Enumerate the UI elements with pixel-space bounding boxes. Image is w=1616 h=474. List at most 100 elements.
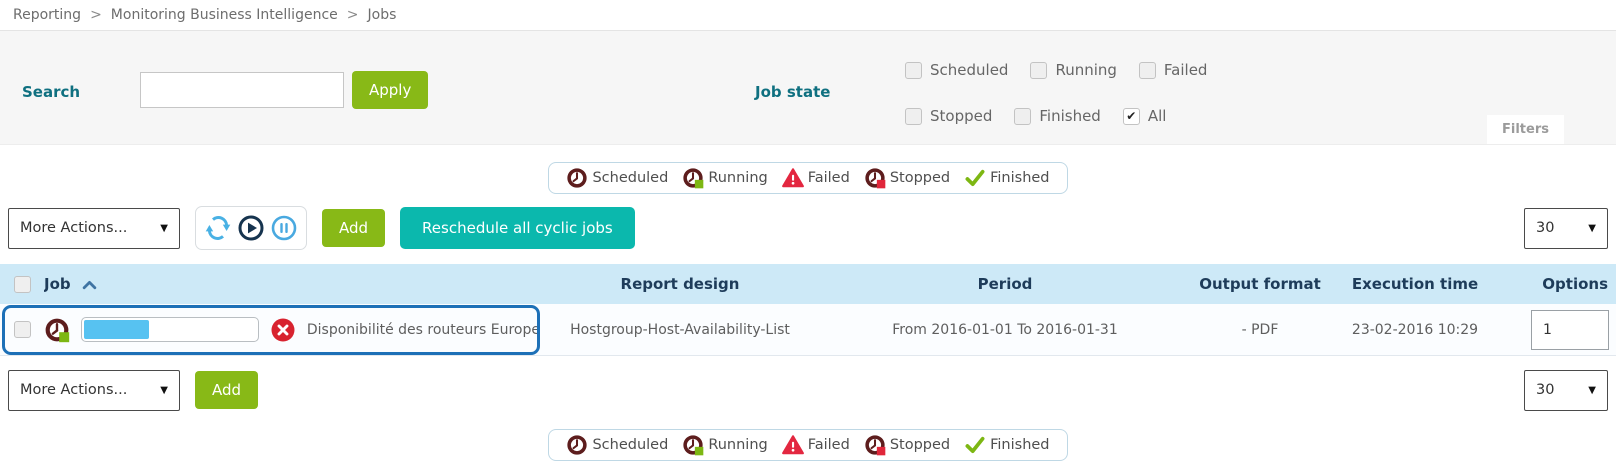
breadcrumb-jobs[interactable]: Jobs — [368, 7, 397, 23]
checkbox-all[interactable]: ✔ — [1123, 108, 1140, 125]
page-size-value: 30 — [1536, 220, 1554, 236]
row-options-input[interactable] — [1531, 310, 1609, 350]
warning-triangle-icon — [782, 167, 804, 189]
breadcrumb-separator: > — [90, 7, 102, 23]
add-button[interactable]: Add — [322, 209, 385, 247]
jobs-table: Job Report design Period Output format E… — [0, 264, 1616, 356]
legend-label: Finished — [990, 437, 1049, 453]
job-state-option-finished[interactable]: Finished — [1014, 107, 1100, 125]
checkbox-stopped[interactable] — [905, 108, 922, 125]
table-header-row: Job Report design Period Output format E… — [0, 264, 1616, 304]
job-state-options-row-1: Scheduled Running Failed — [905, 61, 1207, 79]
legend-label: Scheduled — [592, 170, 668, 186]
check-icon — [964, 434, 986, 456]
refresh-icon[interactable] — [205, 215, 231, 241]
column-header-options: Options — [1500, 275, 1616, 293]
column-header-execution-time[interactable]: Execution time — [1330, 275, 1500, 293]
legend-stopped: Stopped — [864, 167, 950, 189]
warning-triangle-icon — [782, 434, 804, 456]
page-size-select-bottom[interactable]: 30 ▼ — [1524, 370, 1608, 411]
checkbox-label: Finished — [1039, 107, 1100, 125]
caret-down-icon: ▼ — [160, 223, 168, 234]
job-progress-bar — [81, 317, 259, 342]
clock-scheduled-icon — [566, 434, 588, 456]
status-legend-top: Scheduled Running Failed Stopped Finishe… — [0, 162, 1616, 194]
bottom-toolbar: More Actions... ▼ Add 30 ▼ — [8, 368, 1608, 412]
legend-label: Running — [708, 437, 767, 453]
job-progress-fill — [84, 320, 149, 339]
status-legend-bottom: Scheduled Running Failed Stopped Finishe… — [0, 429, 1616, 461]
job-state-option-failed[interactable]: Failed — [1139, 61, 1208, 79]
row-execution-time: 23-02-2016 10:29 — [1330, 322, 1500, 338]
pause-icon[interactable] — [271, 215, 297, 241]
apply-button[interactable]: Apply — [352, 71, 428, 109]
legend-scheduled: Scheduled — [566, 434, 668, 456]
legend-box: Scheduled Running Failed Stopped Finishe… — [548, 162, 1067, 194]
legend-label: Scheduled — [592, 437, 668, 453]
page-size-value: 30 — [1536, 382, 1554, 398]
checkbox-failed[interactable] — [1139, 62, 1156, 79]
play-icon[interactable] — [238, 215, 264, 241]
legend-finished: Finished — [964, 167, 1049, 189]
more-actions-select[interactable]: More Actions... ▼ — [8, 208, 180, 249]
more-actions-select-bottom[interactable]: More Actions... ▼ — [8, 370, 180, 411]
search-input[interactable] — [140, 72, 344, 108]
caret-down-icon: ▼ — [1588, 385, 1596, 396]
checkbox-label: All — [1148, 107, 1167, 125]
job-state-label: Job state — [755, 83, 830, 101]
clock-running-icon — [682, 167, 704, 189]
cancel-job-icon[interactable] — [270, 317, 296, 343]
row-period: From 2016-01-01 To 2016-01-31 — [820, 322, 1190, 338]
legend-scheduled: Scheduled — [566, 167, 668, 189]
reschedule-all-cyclic-jobs-button[interactable]: Reschedule all cyclic jobs — [400, 207, 635, 249]
row-checkbox[interactable] — [14, 321, 31, 338]
job-state-option-scheduled[interactable]: Scheduled — [905, 61, 1008, 79]
legend-label: Stopped — [890, 437, 950, 453]
job-state-option-running[interactable]: Running — [1030, 61, 1116, 79]
column-header-output-format[interactable]: Output format — [1190, 275, 1330, 293]
filters-tab[interactable]: Filters — [1487, 115, 1564, 144]
search-label: Search — [22, 83, 80, 101]
caret-down-icon: ▼ — [1588, 223, 1596, 234]
checkbox-running[interactable] — [1030, 62, 1047, 79]
clock-running-icon — [682, 434, 704, 456]
column-header-job[interactable]: Job — [44, 275, 71, 293]
legend-label: Stopped — [890, 170, 950, 186]
column-header-report-design[interactable]: Report design — [540, 275, 820, 293]
column-header-period[interactable]: Period — [820, 275, 1190, 293]
top-toolbar: More Actions... ▼ Add Reschedule all cyc… — [8, 206, 1608, 250]
job-control-icons — [195, 206, 307, 250]
breadcrumb-monitoring-business-intelligence[interactable]: Monitoring Business Intelligence — [111, 7, 338, 23]
job-state-option-stopped[interactable]: Stopped — [905, 107, 992, 125]
add-button-bottom[interactable]: Add — [195, 371, 258, 409]
clock-stopped-icon — [864, 434, 886, 456]
breadcrumb: Reporting > Monitoring Business Intellig… — [0, 0, 1616, 31]
select-all-checkbox[interactable] — [14, 276, 31, 293]
legend-label: Failed — [808, 170, 850, 186]
legend-running: Running — [682, 167, 767, 189]
legend-box: Scheduled Running Failed Stopped Finishe… — [548, 429, 1067, 461]
legend-failed: Failed — [782, 434, 850, 456]
sort-asc-icon[interactable] — [82, 279, 97, 290]
clock-running-icon — [44, 317, 70, 343]
table-row: Disponibilité des routeurs Europe Hostgr… — [0, 304, 1616, 356]
job-state-option-all[interactable]: ✔ All — [1123, 107, 1167, 125]
job-state-options-row-2: Stopped Finished ✔ All — [905, 107, 1166, 125]
checkbox-scheduled[interactable] — [905, 62, 922, 79]
row-report-design: Hostgroup-Host-Availability-List — [540, 322, 820, 338]
clock-stopped-icon — [864, 167, 886, 189]
more-actions-label: More Actions... — [20, 220, 127, 236]
page-size-select[interactable]: 30 ▼ — [1524, 208, 1608, 249]
checkbox-finished[interactable] — [1014, 108, 1031, 125]
legend-running: Running — [682, 434, 767, 456]
legend-failed: Failed — [782, 167, 850, 189]
breadcrumb-reporting[interactable]: Reporting — [13, 7, 81, 23]
breadcrumb-separator: > — [347, 7, 359, 23]
checkbox-label: Scheduled — [930, 61, 1008, 79]
legend-stopped: Stopped — [864, 434, 950, 456]
legend-label: Running — [708, 170, 767, 186]
more-actions-label: More Actions... — [20, 382, 127, 398]
caret-down-icon: ▼ — [160, 385, 168, 396]
legend-label: Finished — [990, 170, 1049, 186]
job-name[interactable]: Disponibilité des routeurs Europe — [307, 322, 540, 338]
